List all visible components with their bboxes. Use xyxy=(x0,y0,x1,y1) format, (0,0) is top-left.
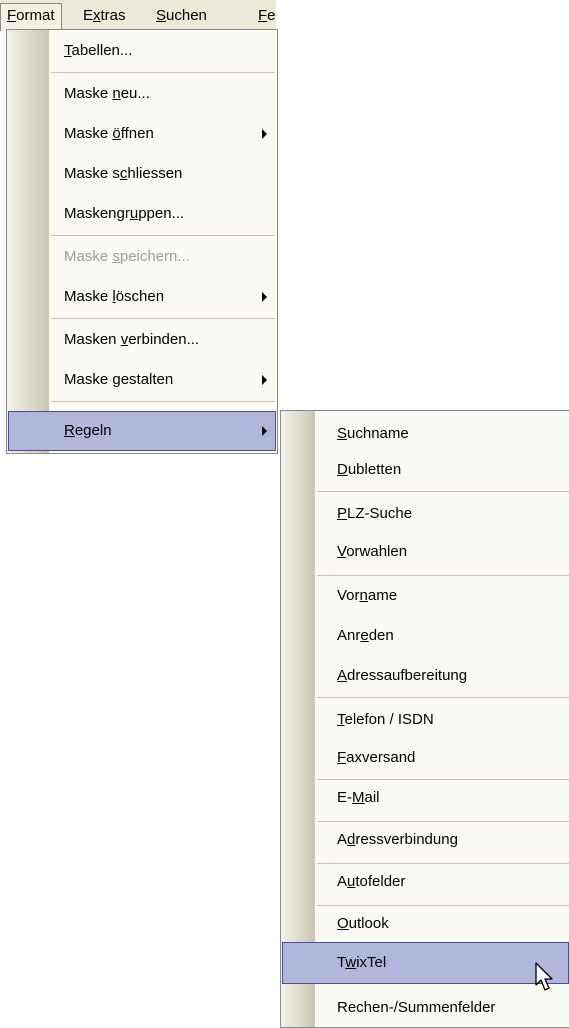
menu-item-vorwahlen[interactable]: Vorwahlen xyxy=(282,533,568,571)
regeln-submenu: Suchname Dubletten PLZ-Suche Vorwahlen V… xyxy=(280,410,569,1028)
menu-separator xyxy=(51,72,275,73)
menu-bar: Format Extras Suchen Fe xyxy=(0,0,276,31)
menu-item-outlook[interactable]: Outlook xyxy=(282,905,568,943)
menu-item-regeln[interactable]: Regeln xyxy=(8,411,276,451)
menu-item-adressaufbereitung[interactable]: Adressaufbereitung xyxy=(282,657,568,695)
menu-separator xyxy=(317,575,569,576)
menubar-item-suchen[interactable]: Suchen xyxy=(150,4,213,28)
menu-item-anreden[interactable]: Anreden xyxy=(282,617,568,655)
chevron-right-icon xyxy=(262,129,267,139)
menu-item-dubletten[interactable]: Dubletten xyxy=(282,451,568,489)
menu-item-maske-neu[interactable]: Maske neu... xyxy=(8,75,276,113)
menu-item-maske-schliessen[interactable]: Maske schliessen xyxy=(8,155,276,193)
menu-item-maskengruppen[interactable]: Maskengruppen... xyxy=(8,195,276,233)
menu-item-maske-gestalten[interactable]: Maske gestalten xyxy=(8,361,276,399)
menu-item-maske-speichern[interactable]: Maske speichern... xyxy=(8,238,276,276)
menu-separator xyxy=(51,235,275,236)
menu-item-maske-loeschen[interactable]: Maske löschen xyxy=(8,278,276,316)
menu-item-faxversand[interactable]: Faxversand xyxy=(282,739,568,777)
menu-separator xyxy=(317,491,569,492)
menu-separator xyxy=(51,401,275,402)
menu-item-adressverbindung[interactable]: Adressverbindung xyxy=(282,821,568,859)
menu-item-vorname[interactable]: Vorname xyxy=(282,577,568,615)
menu-item-masken-verbinden[interactable]: Masken verbinden... xyxy=(8,321,276,359)
chevron-right-icon xyxy=(262,292,267,302)
menu-item-email[interactable]: E-Mail xyxy=(282,779,568,817)
menu-item-rechen-summenfelder[interactable]: Rechen-/Summenfelder xyxy=(282,989,568,1027)
chevron-right-icon xyxy=(262,426,267,436)
menu-item-telefon-isdn[interactable]: Telefon / ISDN xyxy=(282,701,568,739)
format-menu: Tabellen... Maske neu... Maske öffnen Ma… xyxy=(6,29,278,454)
menu-separator xyxy=(317,697,569,698)
menu-separator xyxy=(51,318,275,319)
menu-item-plz-suche[interactable]: PLZ-Suche xyxy=(282,495,568,533)
menu-item-maske-oeffnen[interactable]: Maske öffnen xyxy=(8,115,276,153)
menubar-item-format[interactable]: Format xyxy=(0,3,62,31)
menu-item-suchname[interactable]: Suchname xyxy=(282,415,568,453)
mouse-pointer-icon xyxy=(535,962,553,991)
menu-item-autofelder[interactable]: Autofelder xyxy=(282,863,568,901)
menu-item-twixtel[interactable]: TwixTel xyxy=(282,942,569,984)
menubar-item-fe[interactable]: Fe xyxy=(252,4,276,28)
chevron-right-icon xyxy=(262,375,267,385)
menubar-item-extras[interactable]: Extras xyxy=(77,4,132,28)
menu-item-tabellen[interactable]: Tabellen... xyxy=(8,32,276,70)
